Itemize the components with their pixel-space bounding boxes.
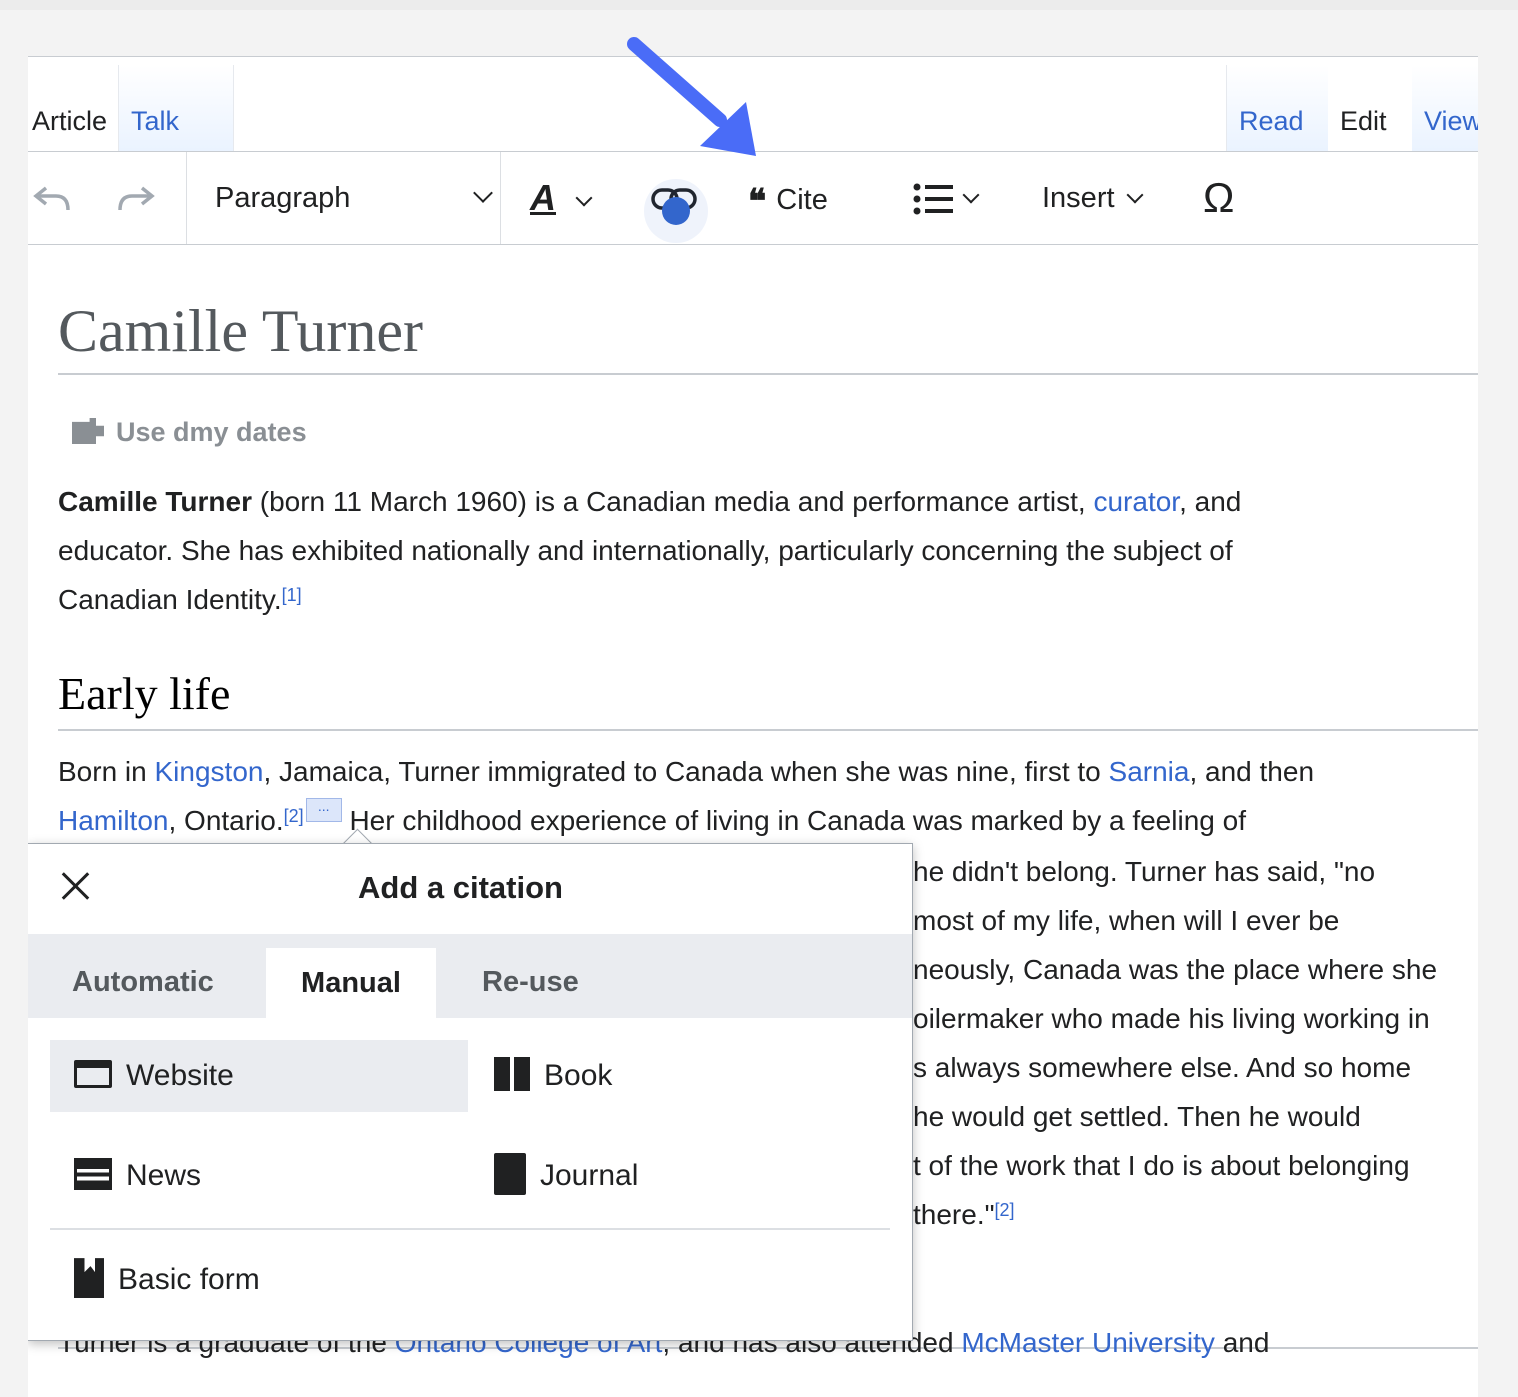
toolbar-separator [500, 152, 501, 244]
reference-2-repeat[interactable]: [2] [995, 1200, 1015, 1220]
body-text: , Ontario. [168, 805, 284, 836]
puzzle-icon [72, 418, 104, 444]
body-text: there." [913, 1199, 995, 1230]
link-kingston[interactable]: Kingston [155, 756, 264, 787]
tooltip-indicator-dot[interactable] [662, 197, 690, 225]
close-icon[interactable] [58, 868, 94, 904]
intro-text: Canadian Identity. [58, 584, 282, 615]
title-divider [58, 373, 1478, 375]
insert-label: Insert [1042, 182, 1115, 214]
intro-paragraph: Camille Turner (born 11 March 1960) is a… [58, 477, 1458, 624]
early-life-paragraph: Born in Kingston, Jamaica, Turner immigr… [58, 747, 1478, 845]
tab-talk[interactable]: Talk [118, 65, 234, 151]
body-text: Born in [58, 756, 155, 787]
section-heading: Early life [58, 668, 231, 719]
subject-name: Camille Turner [58, 486, 252, 517]
website-label: Website [126, 1059, 234, 1092]
news-option[interactable]: News [50, 1140, 468, 1212]
editor-toolbar: Paragraph A ❝ Cite Insert Ω [28, 152, 1478, 245]
link-sarnia[interactable]: Sarnia [1109, 756, 1190, 787]
journal-icon [494, 1153, 526, 1196]
template-placeholder[interactable]: Use dmy dates [72, 417, 307, 448]
text-style-button[interactable]: A [530, 152, 593, 244]
body-text-line: s always somewhere else. And so home [913, 1052, 1412, 1083]
body-text: , Jamaica, Turner immigrated to Canada w… [263, 756, 1109, 787]
add-citation-dialog: Add a citation Automatic Manual Re-use W… [28, 843, 913, 1341]
undo-button[interactable] [32, 152, 72, 244]
chevron-down-icon [575, 189, 593, 207]
body-text-line: he didn't belong. Turner has said, "no [913, 856, 1376, 887]
newspaper-icon [74, 1158, 112, 1191]
news-label: News [126, 1159, 202, 1192]
book-label: Book [544, 1059, 613, 1092]
editor-window: Article Talk Read Edit View Paragraph A [28, 56, 1478, 1397]
intro-text: educator. She has exhibited nationally a… [58, 535, 1233, 566]
toolbar-separator [186, 152, 187, 244]
top-strip [0, 0, 1518, 10]
journal-option[interactable]: Journal [470, 1140, 888, 1212]
body-text-line: he would get settled. Then he would [913, 1101, 1361, 1132]
basic-form-label: Basic form [118, 1263, 260, 1296]
text-style-icon: A [530, 177, 556, 218]
body-text-line: most of my life, when will I ever be [913, 905, 1340, 936]
reference-1[interactable]: [1] [282, 585, 302, 605]
website-option[interactable]: Website [50, 1040, 468, 1112]
redo-button[interactable] [116, 152, 156, 244]
cite-button[interactable]: ❝ Cite [748, 152, 828, 244]
tab-reuse[interactable]: Re-use [482, 934, 579, 1018]
book-icon [494, 1057, 530, 1092]
body-text-line: t of the work that I do is about belongi… [913, 1150, 1410, 1181]
link-curator[interactable]: curator [1093, 486, 1179, 517]
list-button[interactable] [913, 152, 980, 244]
special-character-button[interactable]: Ω [1203, 152, 1234, 244]
intro-text: (born 11 March 1960) is a Canadian media… [251, 486, 1094, 517]
body-text: and [1214, 1327, 1270, 1358]
link-mcmaster-university[interactable]: McMaster University [961, 1327, 1215, 1358]
link-hamilton[interactable]: Hamilton [58, 805, 168, 836]
dialog-title: Add a citation [358, 870, 563, 905]
chevron-down-icon [473, 183, 493, 203]
chevron-down-icon [962, 186, 980, 204]
list-icon [913, 183, 953, 215]
book-option[interactable]: Book [470, 1040, 888, 1112]
cite-label: Cite [776, 184, 828, 216]
new-citation-placeholder[interactable]: ... [305, 798, 342, 822]
bookmark-icon [74, 1258, 104, 1299]
browser-icon [74, 1060, 112, 1089]
quote-icon: ❝ [748, 183, 767, 221]
paragraph-format-label: Paragraph [215, 182, 351, 214]
options-divider [50, 1228, 890, 1230]
body-text: Her childhood experience of living in Ca… [341, 805, 1246, 836]
chevron-down-icon [1126, 186, 1144, 204]
undo-icon [33, 186, 70, 211]
annotation-arrow-icon [627, 37, 756, 156]
body-text-line: there."[2] [913, 1190, 1015, 1239]
body-text: , and then [1189, 756, 1315, 787]
citation-tabs: Automatic Manual Re-use [28, 934, 912, 1018]
template-label: Use dmy dates [116, 417, 307, 447]
body-text-line: oilermaker who made his living working i… [913, 1003, 1430, 1034]
body-text-line: neously, Canada was the place where she [913, 954, 1438, 985]
tab-view-history[interactable]: View [1412, 65, 1478, 151]
tab-manual[interactable]: Manual [266, 948, 436, 1018]
intro-text: , and [1179, 486, 1242, 517]
section-divider [58, 729, 1478, 731]
reference-2[interactable]: [2] [284, 806, 304, 826]
omega-icon: Ω [1203, 174, 1235, 221]
redo-icon [118, 186, 155, 211]
tab-automatic[interactable]: Automatic [72, 934, 214, 1018]
paragraph-format-dropdown[interactable]: Paragraph [215, 152, 493, 244]
basic-form-option[interactable]: Basic form [50, 1244, 468, 1316]
insert-menu[interactable]: Insert [1042, 152, 1144, 244]
journal-label: Journal [540, 1159, 639, 1192]
page-title: Camille Turner [58, 298, 424, 364]
